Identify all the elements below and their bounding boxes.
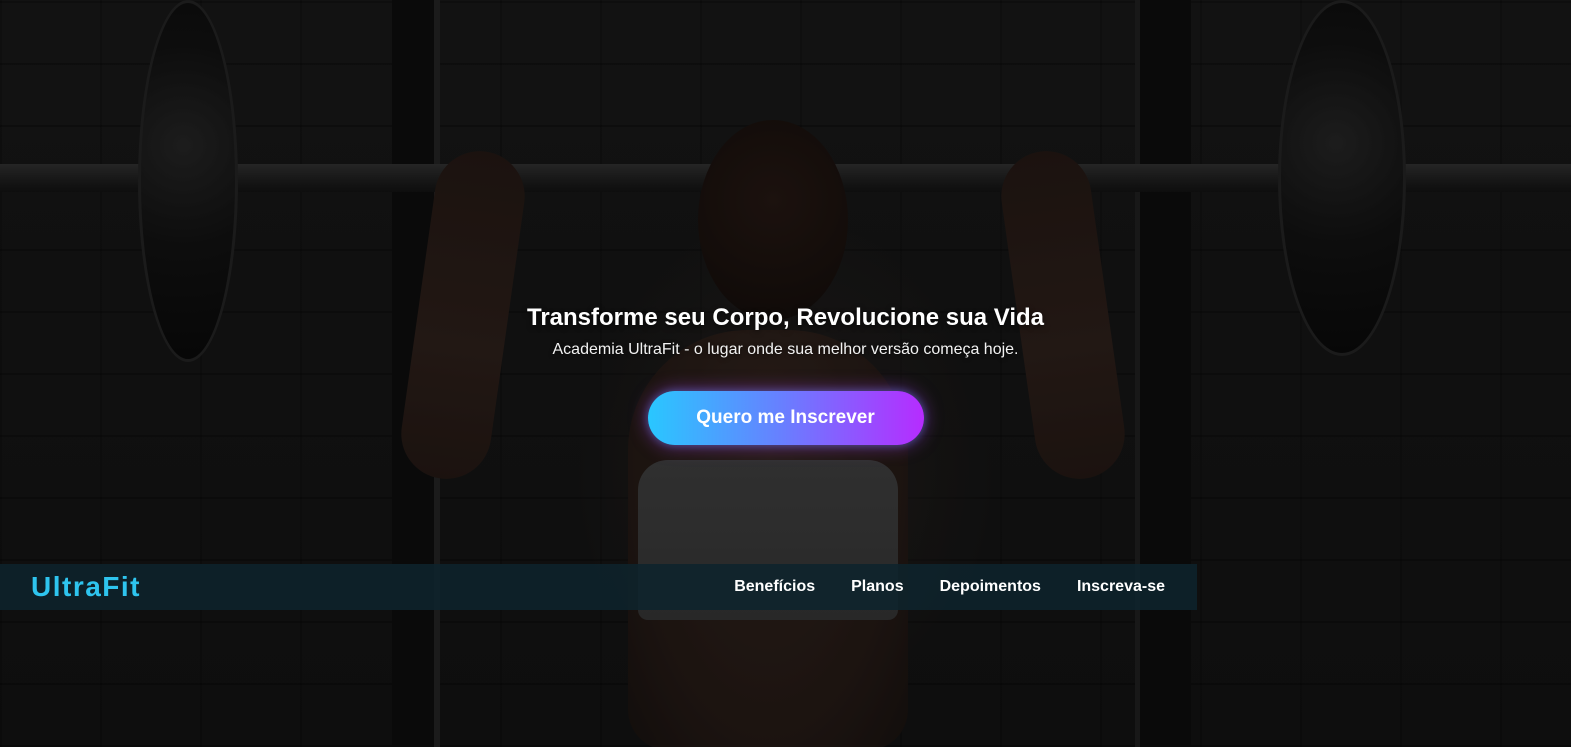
navbar: UltraFit Benefícios Planos Depoimentos I… [0, 564, 1197, 610]
hero-subtitle: Academia UltraFit - o lugar onde sua mel… [552, 341, 1019, 358]
hero-title: Transforme seu Corpo, Revolucione sua Vi… [526, 304, 1045, 331]
nav-link-inscreva-se[interactable]: Inscreva-se [1077, 578, 1165, 596]
brand-logo[interactable]: UltraFit [31, 571, 141, 603]
signup-cta-button[interactable]: Quero me Inscrever [647, 391, 924, 445]
nav-link-planos[interactable]: Planos [851, 578, 903, 596]
nav-link-depoimentos[interactable]: Depoimentos [940, 578, 1041, 596]
hero-content: Transforme seu Corpo, Revolucione sua Vi… [0, 302, 1571, 445]
nav-links: Benefícios Planos Depoimentos Inscreva-s… [734, 578, 1165, 596]
nav-link-beneficios[interactable]: Benefícios [734, 578, 815, 596]
